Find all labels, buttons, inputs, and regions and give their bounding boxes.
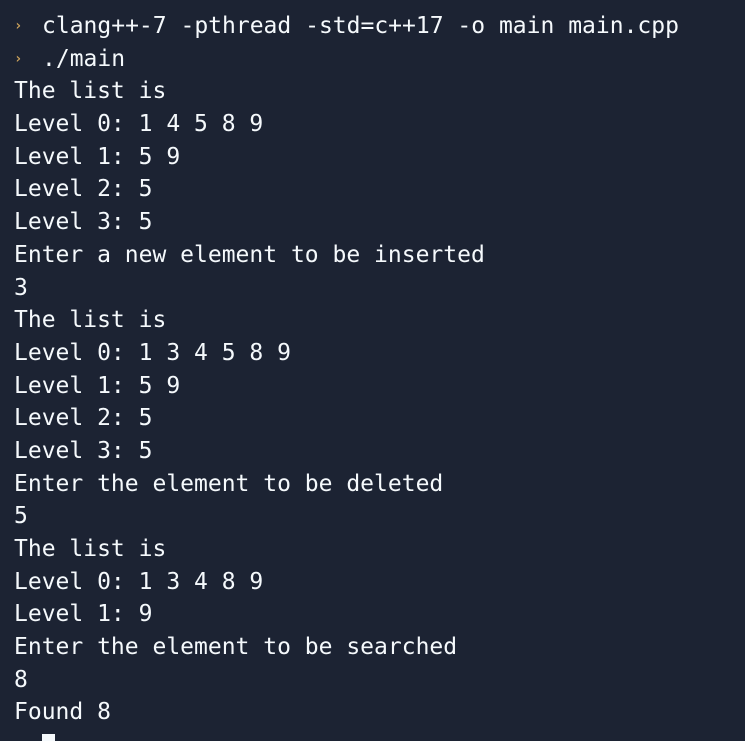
command-text: clang++-7 -pthread -std=c++17 -o main ma… (42, 13, 679, 39)
output-line: Level 0: 1 3 4 8 9 (14, 568, 264, 595)
output-line: Enter a new element to be inserted (14, 241, 485, 268)
prompt-icon: › (14, 50, 23, 67)
output-line: 3 (14, 274, 28, 301)
terminal-window[interactable]: › clang++-7 -pthread -std=c++17 -o main m… (0, 0, 745, 741)
output-line: Level 1: 9 (14, 601, 153, 628)
output-line: Found 8 (14, 699, 111, 726)
prompt-icon: › (14, 18, 23, 34)
command-line: › clang++-7 -pthread -std=c++17 -o main m… (14, 10, 745, 43)
output-line: Level 3: 5 (14, 437, 153, 464)
output-line: Level 2: 5 (14, 176, 153, 203)
output-line: Level 1: 5 9 (14, 372, 181, 399)
output-line: 5 (14, 503, 28, 530)
cursor-icon (42, 734, 55, 741)
output-line: The list is (14, 78, 167, 105)
output-line: Level 0: 1 4 5 8 9 (14, 111, 264, 138)
command-line: › ./main (14, 43, 745, 76)
input-line[interactable] (14, 729, 745, 741)
output-line: Enter the element to be deleted (14, 470, 444, 497)
command-text: ./main (42, 45, 126, 72)
output-line: Level 3: 5 (14, 209, 153, 236)
output-line: The list is (14, 536, 167, 562)
output-line: 8 (14, 666, 28, 693)
output-line: The list is (14, 307, 167, 334)
output-line: Level 1: 5 9 (14, 143, 181, 170)
output-line: Enter the element to be searched (14, 634, 458, 661)
output-line: Level 2: 5 (14, 405, 153, 432)
output-line: Level 0: 1 3 4 5 8 9 (14, 339, 291, 366)
